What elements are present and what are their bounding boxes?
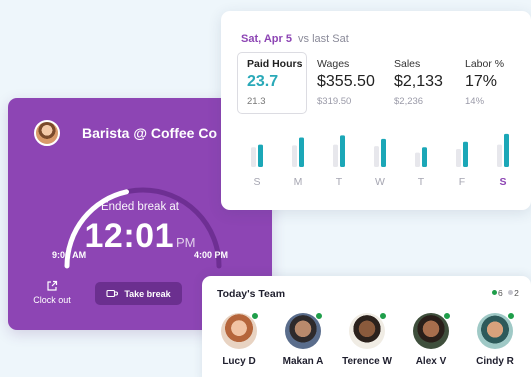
stats-date-range: Sat, Apr 5 vs last Sat	[241, 33, 349, 45]
metric-previous: 21.3	[247, 96, 266, 107]
bar-current[interactable]	[504, 133, 509, 167]
metric-value: $355.50	[317, 73, 375, 90]
weekly-bar-chart: SMTWTFS	[251, 133, 509, 188]
online-status-icon	[443, 312, 451, 320]
team-member[interactable]: Alex V	[399, 312, 463, 367]
avatar	[34, 120, 60, 146]
avatar	[477, 312, 515, 349]
offline-count: 2	[514, 288, 519, 298]
avatar	[221, 312, 259, 349]
bar-previous	[497, 144, 502, 167]
metric-value: 23.7	[247, 73, 279, 90]
member-name: Makan A	[282, 356, 324, 367]
bar-current[interactable]	[463, 141, 468, 167]
bar-previous	[415, 152, 420, 167]
daily-stats-card: Sat, Apr 5 vs last Sat Paid Hours 23.7 2…	[221, 11, 531, 210]
bar-previous	[251, 147, 256, 167]
day-label[interactable]: T	[418, 176, 425, 188]
bar-previous	[374, 146, 379, 167]
team-title: Today's Team	[217, 288, 286, 300]
metric-value: 17%	[465, 73, 498, 90]
external-link-icon	[47, 280, 58, 291]
metric-label: Labor %	[465, 58, 505, 70]
online-status-icon	[315, 312, 323, 320]
avatar	[349, 312, 387, 349]
current-time: 12:01 PM	[8, 217, 272, 256]
metric-label: Wages	[317, 58, 350, 70]
metric-label: Sales	[394, 58, 421, 70]
stats-date: Sat, Apr 5	[241, 33, 292, 45]
team-member[interactable]: Cindy R	[463, 312, 527, 367]
shift-header: Barista @ Coffee Co	[34, 120, 217, 146]
member-name: Cindy R	[476, 356, 514, 367]
metric-previous: $319.50	[317, 96, 352, 107]
bar-current[interactable]	[299, 137, 304, 167]
online-status-icon	[251, 312, 259, 320]
day-label[interactable]: S	[253, 176, 260, 188]
coffee-cup-icon	[106, 289, 119, 297]
metric-sales[interactable]: Sales $2,133 $2,236	[394, 58, 443, 107]
metric-value: $2,133	[394, 73, 443, 90]
online-status-icon	[379, 312, 387, 320]
stats-compare: vs last Sat	[298, 33, 349, 45]
bar-current[interactable]	[422, 147, 427, 167]
team-member[interactable]: Terence W	[335, 312, 399, 367]
shift-end-time: 4:00 PM	[194, 250, 229, 260]
bar-previous	[456, 149, 461, 167]
online-dot-icon	[492, 290, 497, 295]
day-label[interactable]: F	[459, 176, 465, 188]
team-member[interactable]: Makan A	[271, 312, 335, 367]
avatar	[285, 312, 323, 349]
day-label[interactable]: M	[294, 176, 303, 188]
day-label[interactable]: T	[336, 176, 343, 188]
online-status-icon	[507, 312, 515, 320]
metric-previous: 14%	[465, 96, 485, 107]
team-member[interactable]: Lucy D	[207, 312, 271, 367]
day-label[interactable]: S	[499, 176, 506, 188]
bar-current[interactable]	[340, 135, 345, 167]
clock-out-button[interactable]: Clock out	[30, 280, 74, 305]
metric-previous: $2,236	[394, 96, 424, 107]
day-label[interactable]: W	[375, 176, 385, 188]
take-break-button[interactable]: Take break	[95, 282, 182, 305]
shift-title: Barista @ Coffee Co	[82, 125, 218, 141]
metric-labor-percent[interactable]: Labor % 17% 14%	[465, 58, 504, 107]
shift-start-time: 9:00 AM	[52, 250, 87, 260]
bar-previous	[333, 144, 338, 167]
metric-wages[interactable]: Wages $355.50 $319.50	[317, 58, 375, 107]
clock-time: 12:01	[84, 217, 174, 255]
member-name: Terence W	[342, 356, 392, 367]
bar-current[interactable]	[258, 144, 263, 167]
bar-previous	[292, 145, 297, 167]
take-break-label: Take break	[124, 288, 171, 299]
online-count: 6	[498, 288, 503, 298]
team-status-counts: 6 2	[492, 288, 519, 298]
metric-paid-hours[interactable]: Paid Hours 23.7 21.3	[237, 52, 307, 114]
offline-dot-icon	[508, 290, 514, 295]
bar-current[interactable]	[381, 138, 386, 167]
member-name: Alex V	[415, 356, 447, 367]
metric-label: Paid Hours	[247, 58, 303, 70]
avatar	[413, 312, 451, 349]
clock-out-label: Clock out	[33, 295, 71, 305]
member-name: Lucy D	[222, 356, 256, 367]
clock-ampm: PM	[175, 235, 196, 250]
team-card: Today's Team 6 2 Lucy D Makan A Terence …	[202, 276, 531, 377]
